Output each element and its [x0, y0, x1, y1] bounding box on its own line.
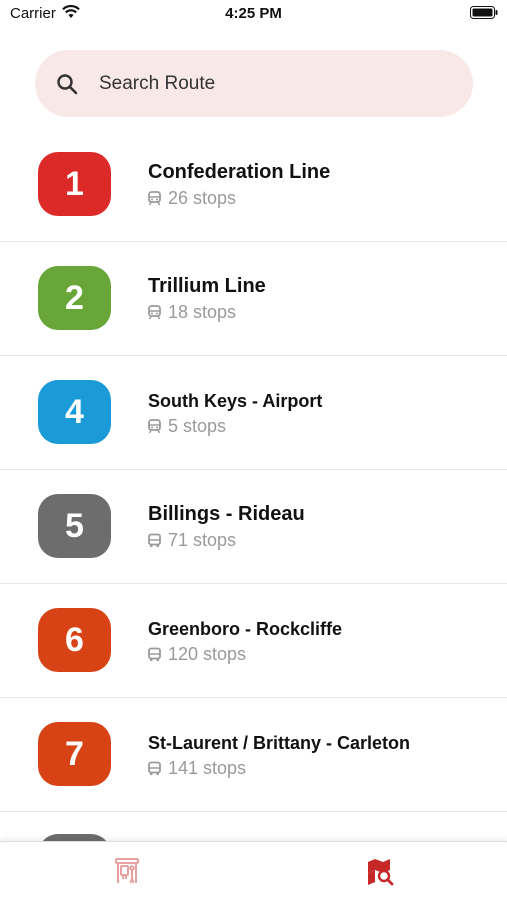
route-stops-text: 5 stops — [168, 416, 227, 436]
train-icon — [148, 305, 161, 320]
bus-icon — [148, 647, 161, 661]
route-number-badge: 6 — [38, 608, 111, 672]
route-stops-text: 26 stops — [168, 188, 237, 208]
status-bar: Carrier 4:25 PM — [0, 0, 507, 28]
battery-icon — [470, 6, 498, 19]
route-row[interactable]: 6 Greenboro - Rockcliffe 120 stops — [0, 584, 507, 698]
route-stop-count: 120 stops — [148, 644, 246, 665]
route-name: Trillium Line — [148, 275, 266, 297]
route-stops-text: 71 stops — [168, 530, 237, 550]
route-name: St-Laurent / Brittany - Carleton — [148, 733, 411, 753]
route-number-badge: 4 — [38, 380, 111, 444]
search-placeholder: Search Route — [99, 73, 216, 94]
route-stops-text: 18 stops — [168, 302, 237, 322]
route-row[interactable]: 4 South Keys - Airport 5 stops — [0, 356, 507, 470]
search-route-field[interactable]: Search Route — [35, 50, 473, 117]
tab-bar — [0, 841, 507, 900]
bus-icon — [148, 761, 161, 775]
route-stops-text: 120 stops — [168, 644, 247, 664]
route-row[interactable]: 1 Confederation Line 26 stops — [0, 128, 507, 242]
route-list[interactable]: 1 Confederation Line 26 stops 2 Trillium… — [0, 128, 507, 843]
tab-stops[interactable] — [110, 854, 144, 888]
route-number-badge: 5 — [38, 494, 111, 558]
tab-routes[interactable] — [363, 854, 397, 888]
route-stop-count: 141 stops — [148, 758, 246, 779]
train-icon — [148, 419, 161, 434]
route-row[interactable]: 2 Trillium Line 18 stops — [0, 242, 507, 356]
route-stop-count: 5 stops — [148, 416, 226, 437]
route-name: Greenboro - Rockcliffe — [148, 619, 343, 639]
route-name: South Keys - Airport — [148, 391, 323, 411]
search-icon — [57, 74, 78, 95]
status-time: 4:25 PM — [225, 5, 282, 22]
route-stop-count: 71 stops — [148, 530, 236, 551]
route-name: Billings - Rideau — [148, 503, 305, 525]
route-stop-count: 18 stops — [148, 302, 236, 323]
route-number-badge: 2 — [38, 266, 111, 330]
route-name: Confederation Line — [148, 161, 331, 183]
route-row[interactable]: 7 St-Laurent / Brittany - Carleton 141 s… — [0, 698, 507, 812]
route-stop-count: 26 stops — [148, 188, 236, 209]
route-number-badge: 1 — [38, 152, 111, 216]
route-stops-text: 141 stops — [168, 758, 247, 778]
train-icon — [148, 191, 161, 206]
map-search-icon — [368, 859, 394, 886]
bus-icon — [148, 533, 161, 547]
route-row[interactable]: 5 Billings - Rideau 71 stops — [0, 470, 507, 584]
route-number-badge: 7 — [38, 722, 111, 786]
bus-stop-icon — [115, 858, 139, 884]
